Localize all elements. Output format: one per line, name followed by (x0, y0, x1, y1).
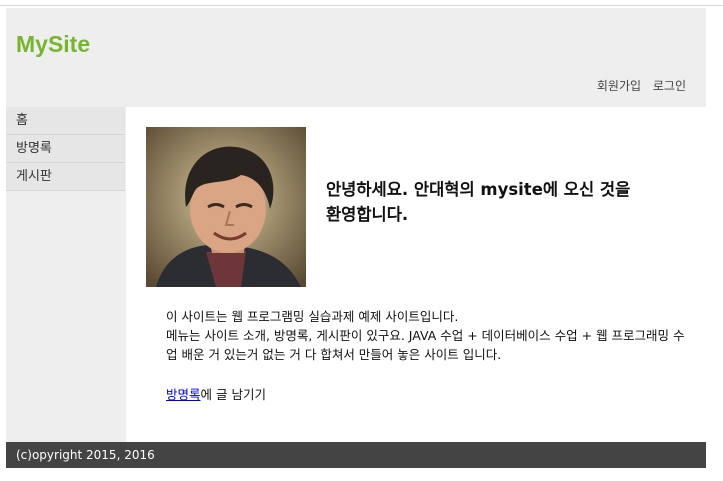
guestbook-prompt: 방명록에 글 남기기 (166, 384, 266, 403)
sidebar-item-guestbook[interactable]: 방명록 (6, 135, 125, 163)
sidebar-item-board[interactable]: 게시판 (6, 163, 125, 191)
description-line-2: 메뉴는 사이트 소개, 방명록, 게시판이 있구요. JAVA 수업 + 데이터… (166, 328, 685, 362)
profile-photo (146, 127, 306, 287)
welcome-heading: 안녕하세요. 안대혁의 mysite에 오신 것을 환영합니다. (326, 180, 631, 224)
site-header: MySite 회원가입 로그인 (6, 8, 706, 107)
site-footer: (c)opyright 2015, 2016 (6, 442, 706, 468)
sidebar-item-home[interactable]: 홈 (6, 107, 125, 135)
site-logo[interactable]: MySite (16, 31, 90, 58)
sidebar-nav: 홈 방명록 게시판 (6, 107, 126, 442)
site-description: 이 사이트는 웹 프로그램밍 실습과제 예제 사이트입니다. 메뉴는 사이트 소… (166, 307, 686, 364)
signup-link[interactable]: 회원가입 (597, 79, 641, 93)
login-link[interactable]: 로그인 (653, 79, 686, 93)
header-nav: 회원가입 로그인 (589, 77, 686, 94)
main-content: 안녕하세요. 안대혁의 mysite에 오신 것을 환영합니다. 이 사이트는 … (126, 107, 706, 442)
guestbook-link[interactable]: 방명록 (166, 387, 201, 402)
profile-photo-image (146, 127, 306, 287)
top-divider (0, 5, 723, 6)
guestbook-suffix: 에 글 남기기 (200, 387, 266, 402)
description-line-1: 이 사이트는 웹 프로그램밍 실습과제 예제 사이트입니다. (166, 309, 459, 324)
copyright-text: (c)opyright 2015, 2016 (16, 448, 155, 462)
